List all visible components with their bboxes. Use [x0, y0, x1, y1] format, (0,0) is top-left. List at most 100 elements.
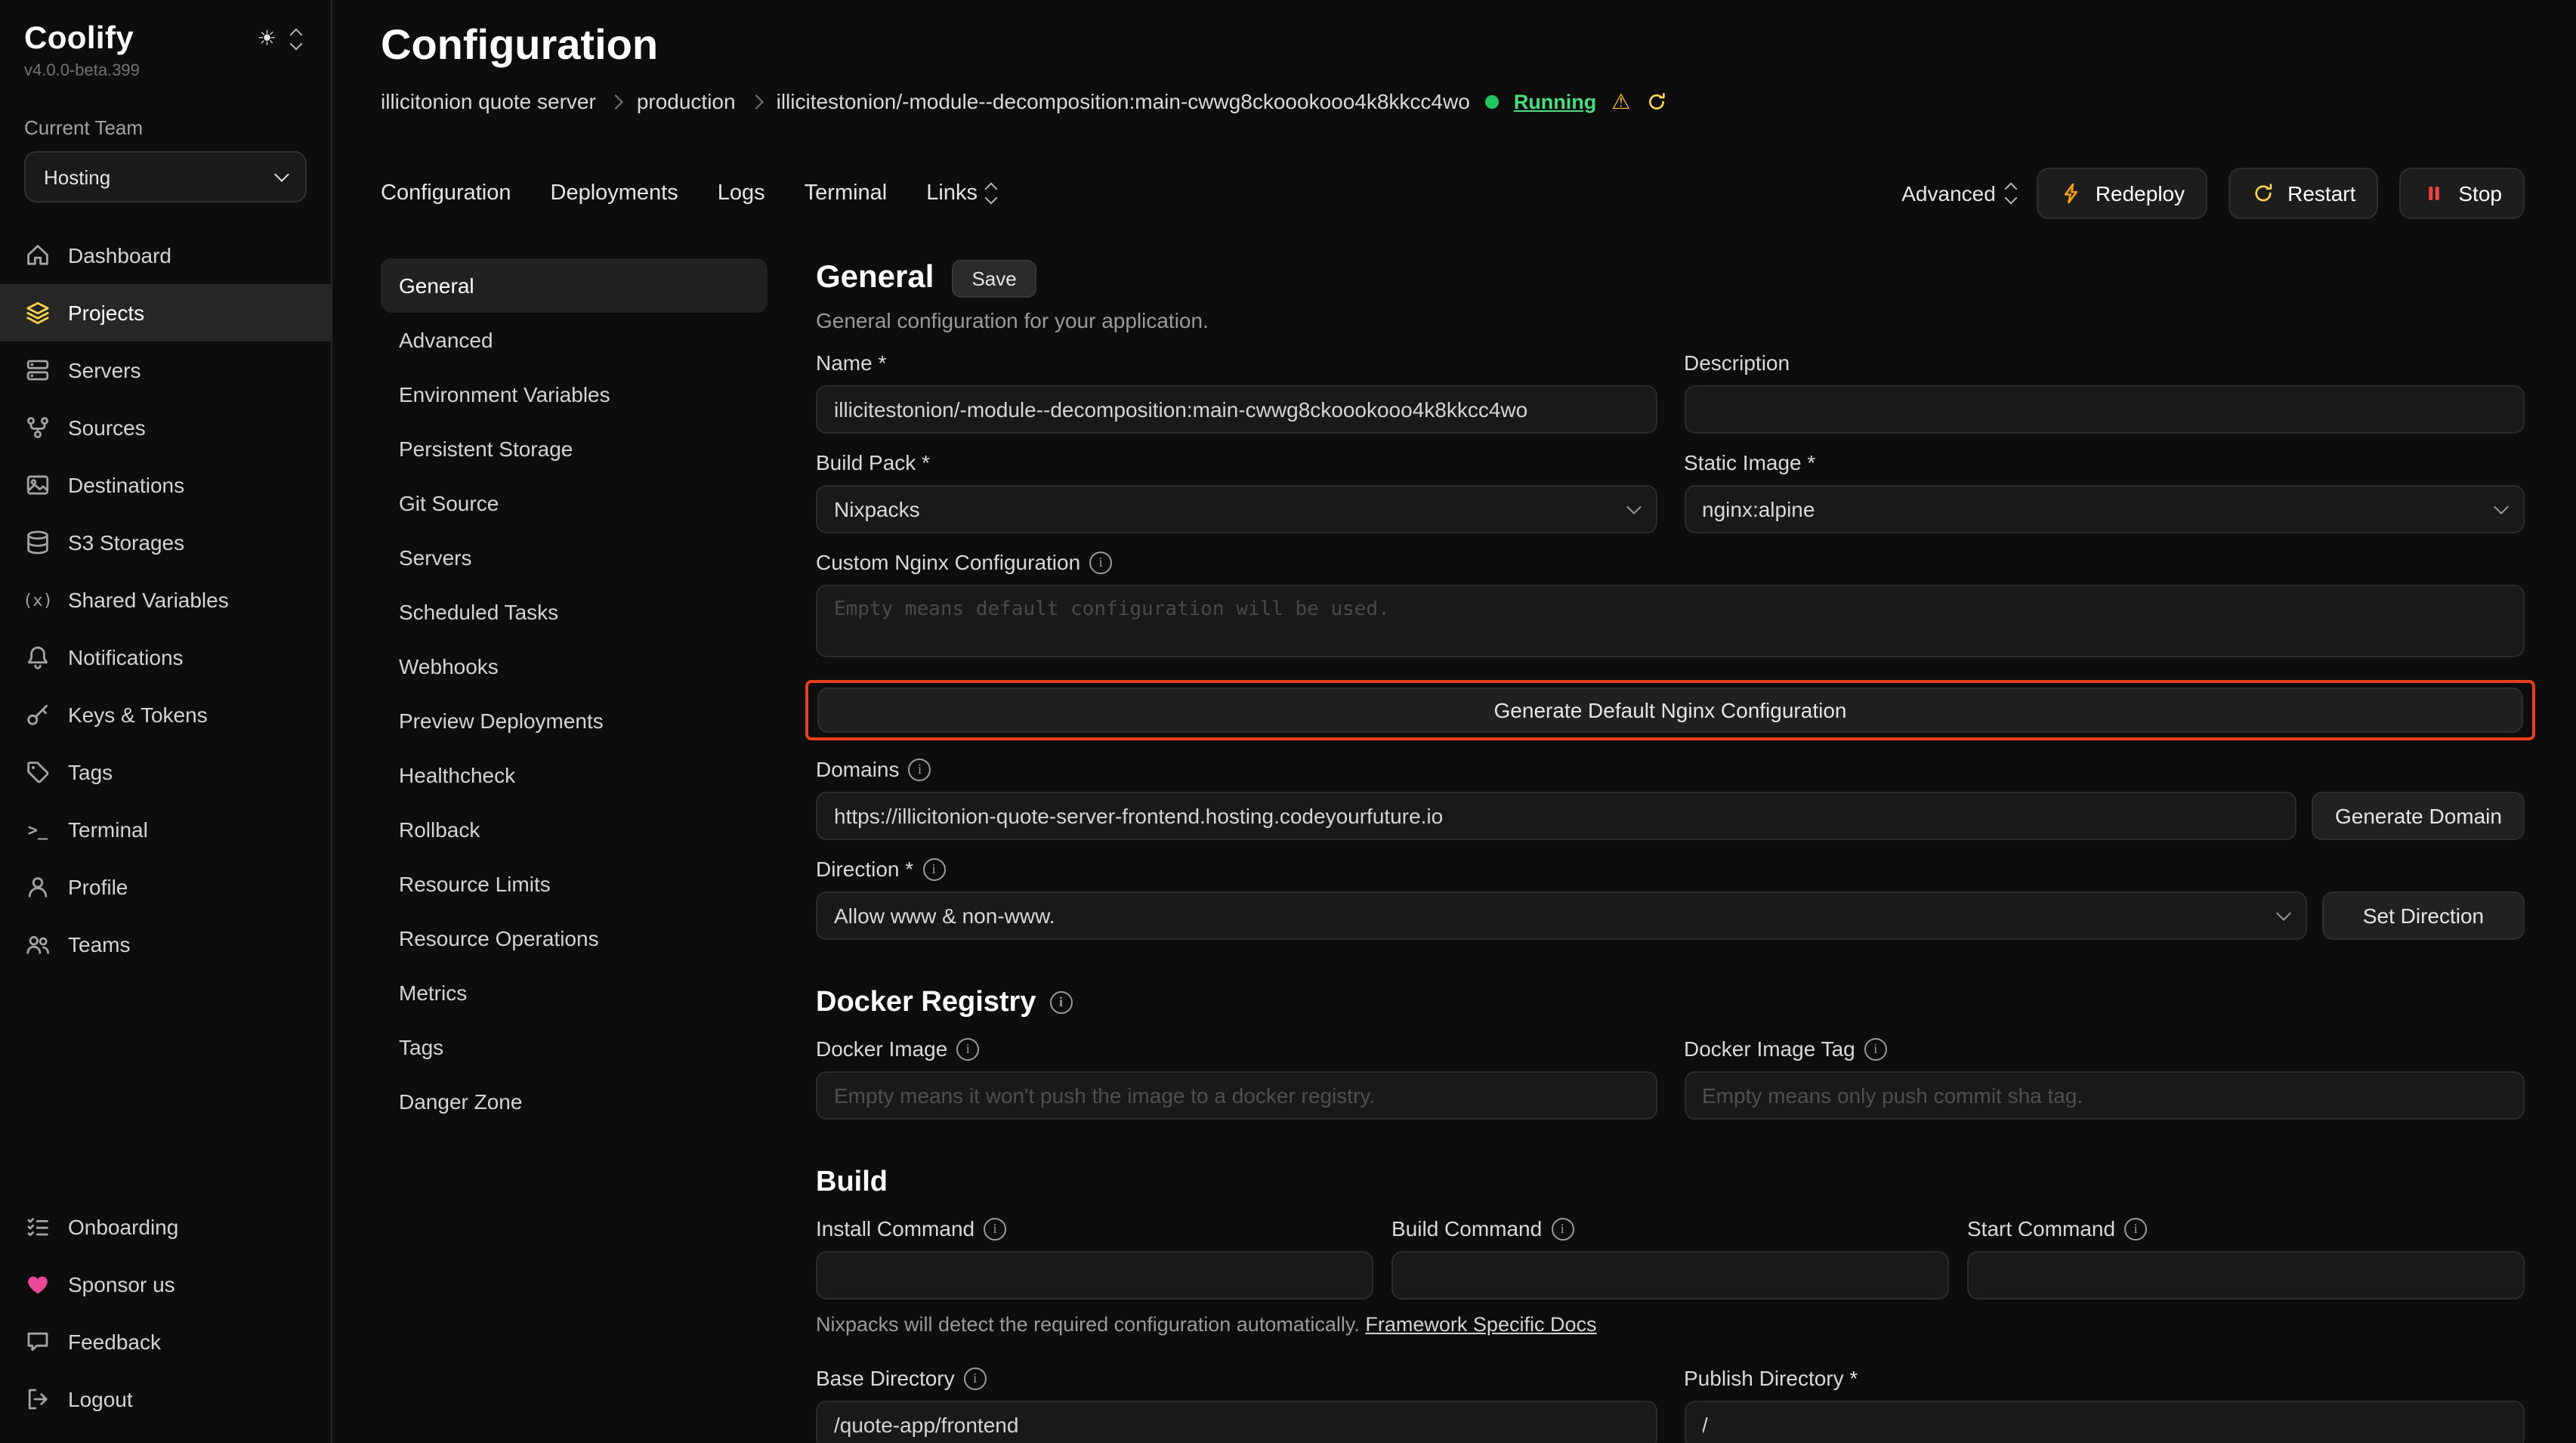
subnav-item-tags[interactable]: Tags	[381, 1020, 768, 1074]
build-command-input[interactable]	[1391, 1251, 1949, 1299]
database-icon	[24, 529, 51, 556]
direction-value: Allow www & non-www.	[834, 904, 1055, 928]
info-icon[interactable]	[1089, 552, 1112, 574]
redeploy-button-label: Redeploy	[2096, 181, 2185, 205]
info-icon[interactable]	[1049, 991, 1072, 1014]
info-icon[interactable]	[1551, 1218, 1574, 1241]
domains-input[interactable]	[816, 792, 2297, 840]
sidebar-item-servers[interactable]: Servers	[0, 341, 331, 399]
subnav-item-environment-variables[interactable]: Environment Variables	[381, 367, 768, 422]
restart-button[interactable]: Restart	[2229, 168, 2378, 219]
info-icon[interactable]	[922, 858, 945, 881]
subnav-item-webhooks[interactable]: Webhooks	[381, 639, 768, 694]
docker-registry-title: Docker Registry	[816, 985, 1036, 1020]
sidebar-item-dashboard[interactable]: Dashboard	[0, 227, 331, 284]
subnav-item-advanced[interactable]: Advanced	[381, 313, 768, 367]
info-icon[interactable]	[984, 1218, 1006, 1241]
sidebar-item-tags[interactable]: Tags	[0, 743, 331, 801]
refresh-icon[interactable]	[1645, 91, 1668, 113]
team-select-value: Hosting	[44, 165, 110, 188]
save-button[interactable]: Save	[952, 259, 1036, 297]
braces-x-icon	[24, 586, 51, 613]
breadcrumb-environment[interactable]: production	[637, 88, 736, 116]
sidebar-item-teams[interactable]: Teams	[0, 916, 331, 973]
subnav-item-metrics[interactable]: Metrics	[381, 966, 768, 1020]
subnav-item-rollback[interactable]: Rollback	[381, 802, 768, 857]
info-icon[interactable]	[964, 1367, 987, 1390]
tab-links[interactable]: Links	[926, 181, 996, 205]
warning-triangle-icon	[1611, 88, 1630, 116]
stop-button[interactable]: Stop	[2399, 168, 2525, 219]
direction-select[interactable]: Allow www & non-www.	[816, 891, 2307, 940]
subnav-item-healthcheck[interactable]: Healthcheck	[381, 748, 768, 802]
build-pack-label: Build Pack *	[816, 449, 930, 477]
custom-nginx-textarea[interactable]	[816, 585, 2525, 657]
custom-nginx-label: Custom Nginx Configuration	[816, 548, 1080, 577]
subnav-item-persistent-storage[interactable]: Persistent Storage	[381, 422, 768, 476]
tab-terminal[interactable]: Terminal	[805, 181, 888, 205]
static-image-select[interactable]: nginx:alpine	[1684, 485, 2525, 533]
subnav-item-scheduled-tasks[interactable]: Scheduled Tasks	[381, 585, 768, 639]
app-logo: Coolify	[24, 21, 134, 57]
install-command-input[interactable]	[816, 1251, 1373, 1299]
sidebar-item-profile[interactable]: Profile	[0, 858, 331, 916]
docker-image-input[interactable]	[816, 1071, 1657, 1120]
app-window: Coolify v4.0.0-beta.399 Current Team Hos…	[0, 0, 2576, 1443]
publish-directory-input[interactable]	[1684, 1401, 2525, 1443]
breadcrumb-application[interactable]: illicitestonion/-module--decomposition:m…	[777, 88, 1470, 116]
sidebar-item-notifications[interactable]: Notifications	[0, 629, 331, 686]
sidebar-item-projects[interactable]: Projects	[0, 284, 331, 341]
build-pack-value: Nixpacks	[834, 497, 920, 521]
subnav-item-resource-limits[interactable]: Resource Limits	[381, 857, 768, 911]
build-pack-select[interactable]: Nixpacks	[816, 485, 1657, 533]
start-command-input[interactable]	[1967, 1251, 2525, 1299]
generate-domain-button[interactable]: Generate Domain	[2312, 792, 2525, 840]
team-select[interactable]: Hosting	[24, 151, 307, 202]
tab-logs[interactable]: Logs	[718, 181, 765, 205]
sidebar-item-shared-variables[interactable]: Shared Variables	[0, 571, 331, 629]
description-input[interactable]	[1684, 385, 2525, 434]
advanced-dropdown[interactable]: Advanced	[1901, 181, 2015, 205]
sidebar-item-logout[interactable]: Logout	[0, 1370, 331, 1428]
subnav-item-servers[interactable]: Servers	[381, 530, 768, 585]
description-label: Description	[1684, 349, 1790, 378]
sidebar-item-onboarding[interactable]: Onboarding	[0, 1198, 331, 1256]
generate-nginx-config-button[interactable]: Generate Default Nginx Configuration	[817, 688, 2523, 733]
subnav-item-general[interactable]: General	[381, 258, 768, 313]
bell-icon	[24, 644, 51, 671]
sidebar-item-label: Profile	[68, 875, 128, 899]
info-icon[interactable]	[956, 1038, 979, 1061]
sidebar-item-sources[interactable]: Sources	[0, 399, 331, 456]
status-dot	[1485, 95, 1499, 109]
breadcrumb-project[interactable]: illicitonion quote server	[381, 88, 596, 116]
tab-deployments[interactable]: Deployments	[551, 181, 678, 205]
sidebar-item-terminal[interactable]: Terminal	[0, 801, 331, 858]
docker-image-tag-input[interactable]	[1684, 1071, 2525, 1120]
info-icon[interactable]	[2124, 1218, 2147, 1241]
base-directory-input[interactable]	[816, 1401, 1657, 1443]
sidebar-item-feedback[interactable]: Feedback	[0, 1313, 331, 1370]
set-direction-button[interactable]: Set Direction	[2322, 891, 2525, 940]
chevron-up-down-icon	[2006, 184, 2015, 202]
tab-configuration[interactable]: Configuration	[381, 181, 511, 205]
sidebar-item-sponsor-us[interactable]: Sponsor us	[0, 1256, 331, 1313]
sidebar-item-keys-tokens[interactable]: Keys & Tokens	[0, 686, 331, 743]
settings-subnav: General Advanced Environment Variables P…	[381, 258, 768, 1443]
sidebar-item-s3-storages[interactable]: S3 Storages	[0, 514, 331, 571]
status-running-link[interactable]: Running	[1514, 88, 1596, 116]
info-icon[interactable]	[909, 759, 931, 781]
subnav-item-danger-zone[interactable]: Danger Zone	[381, 1074, 768, 1129]
framework-docs-link[interactable]: Framework Specific Docs	[1365, 1313, 1596, 1336]
subnav-item-git-source[interactable]: Git Source	[381, 476, 768, 530]
subnav-item-preview-deployments[interactable]: Preview Deployments	[381, 694, 768, 748]
subnav-item-resource-operations[interactable]: Resource Operations	[381, 911, 768, 966]
chevron-up-down-icon[interactable]	[292, 30, 301, 48]
sidebar-item-destinations[interactable]: Destinations	[0, 456, 331, 514]
theme-toggle-sun-icon[interactable]	[258, 26, 276, 53]
name-input[interactable]	[816, 385, 1657, 434]
nixpacks-note-text: Nixpacks will detect the required config…	[816, 1313, 1360, 1336]
tag-icon	[24, 759, 51, 786]
redeploy-button[interactable]: Redeploy	[2037, 168, 2207, 219]
restart-icon	[2251, 181, 2275, 205]
info-icon[interactable]	[1864, 1038, 1887, 1061]
